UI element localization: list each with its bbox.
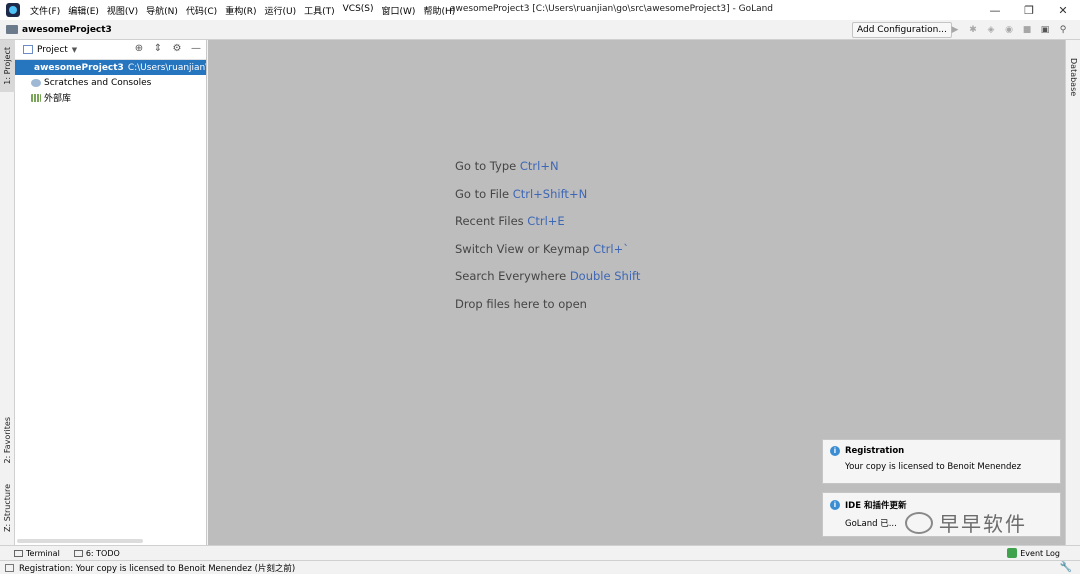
status-bar: Registration: Your copy is licensed to B… [0, 560, 1080, 574]
watermark: 早早软件 [905, 508, 1027, 537]
info-icon: i [830, 500, 840, 510]
tree-item-project[interactable]: awesomeProject3 C:\Users\ruanjian\go [15, 60, 206, 75]
menu-file[interactable]: 文件(F) [26, 4, 64, 17]
empty-editor-hints: Go to Type Ctrl+N Go to File Ctrl+Shift+… [455, 159, 640, 324]
left-tool-strip: 1: Project 2: Favorites Z: Structure [0, 40, 15, 545]
search-icon[interactable]: ⚲ [1056, 23, 1070, 37]
library-icon [31, 93, 41, 102]
menu-window[interactable]: 窗口(W) [378, 4, 420, 17]
menu-vcs[interactable]: VCS(S) [339, 4, 378, 17]
window-title: awesomeProject3 [C:\Users\ruanjian\go\sr… [450, 4, 774, 14]
menu-run[interactable]: 运行(U) [260, 4, 300, 17]
terminal-icon [14, 549, 23, 557]
restore-button[interactable]: ❐ [1012, 0, 1046, 20]
tree-item-scratches[interactable]: Scratches and Consoles [15, 75, 206, 90]
add-configuration-button[interactable]: Add Configuration... [852, 22, 952, 38]
minimize-button[interactable]: — [978, 0, 1012, 20]
tab-structure[interactable]: Z: Structure [0, 480, 15, 536]
breadcrumb-project[interactable]: awesomeProject3 [22, 25, 112, 35]
menu-code[interactable]: 代码(C) [182, 4, 221, 17]
horizontal-scrollbar[interactable] [17, 539, 143, 543]
goland-logo-icon [6, 3, 20, 17]
scratches-icon [31, 78, 41, 87]
hint-drop-files: Drop files here to open [455, 296, 587, 311]
project-view-selector[interactable]: Project [37, 45, 68, 55]
hint-recent-files: Recent Files Ctrl+E [455, 214, 565, 228]
notification-registration[interactable]: i Registration Your copy is licensed to B… [822, 439, 1061, 484]
todo-icon [73, 549, 83, 557]
collapse-all-icon[interactable]: ⇕ [152, 43, 164, 54]
right-tool-strip: Database [1065, 40, 1080, 545]
menu-refactor[interactable]: 重构(R) [221, 4, 260, 17]
menu-view[interactable]: 视图(V) [103, 4, 142, 17]
gear-icon[interactable]: ⚙ [171, 43, 183, 54]
tool-windows-icon[interactable] [5, 563, 14, 572]
menu-bar: 文件(F) 编辑(E) 视图(V) 导航(N) 代码(C) 重构(R) 运行(U… [26, 4, 459, 17]
hint-go-to-type: Go to Type Ctrl+N [455, 159, 559, 173]
tab-database[interactable]: Database [1069, 58, 1078, 96]
tab-todo[interactable]: 6: TODO [73, 549, 120, 558]
bottom-tool-strip: Terminal 6: TODO Event Log [0, 545, 1080, 560]
stop-icon[interactable]: ■ [1020, 23, 1034, 37]
tree-item-external-libraries[interactable]: 外部库 [15, 90, 206, 105]
menu-navigate[interactable]: 导航(N) [142, 4, 182, 17]
wrench-icon[interactable]: 🔧 [1060, 562, 1072, 573]
event-log-icon [1007, 548, 1018, 558]
menu-edit[interactable]: 编辑(E) [64, 4, 103, 17]
debug-icon[interactable]: ✱ [966, 23, 980, 37]
project-structure-icon[interactable]: ▣ [1038, 23, 1052, 37]
hide-icon[interactable]: — [190, 43, 202, 54]
tab-terminal[interactable]: Terminal [14, 549, 60, 558]
hint-switch-view: Switch View or Keymap Ctrl+` [455, 241, 629, 256]
info-icon: i [830, 446, 840, 456]
project-view-icon [23, 45, 33, 54]
coverage-icon[interactable]: ◈ [984, 23, 998, 37]
tab-project[interactable]: 1: Project [0, 40, 15, 92]
tab-event-log[interactable]: Event Log [1007, 548, 1060, 558]
run-icon[interactable]: ▶ [948, 23, 962, 37]
close-button[interactable]: ✕ [1046, 0, 1080, 20]
hint-search-everywhere: Search Everywhere Double Shift [455, 269, 641, 283]
tab-favorites[interactable]: 2: Favorites [0, 412, 15, 468]
status-message: Registration: Your copy is licensed to B… [19, 563, 296, 574]
navigation-bar: awesomeProject3 Add Configuration... ▶ ✱… [0, 20, 1080, 40]
chevron-down-icon[interactable]: ▼ [72, 46, 77, 54]
project-panel-header: Project ▼ ⊕ ⇕ ⚙ — [15, 40, 206, 60]
wechat-logo-icon [905, 511, 933, 534]
menu-tools[interactable]: 工具(T) [300, 4, 339, 17]
locate-icon[interactable]: ⊕ [133, 43, 145, 54]
profile-icon[interactable]: ◉ [1002, 23, 1016, 37]
project-panel: Project ▼ ⊕ ⇕ ⚙ — awesomeProject3 C:\Use… [15, 40, 207, 545]
folder-icon [6, 25, 18, 34]
title-bar: 文件(F) 编辑(E) 视图(V) 导航(N) 代码(C) 重构(R) 运行(U… [0, 0, 1080, 20]
hint-go-to-file: Go to File Ctrl+Shift+N [455, 186, 588, 201]
